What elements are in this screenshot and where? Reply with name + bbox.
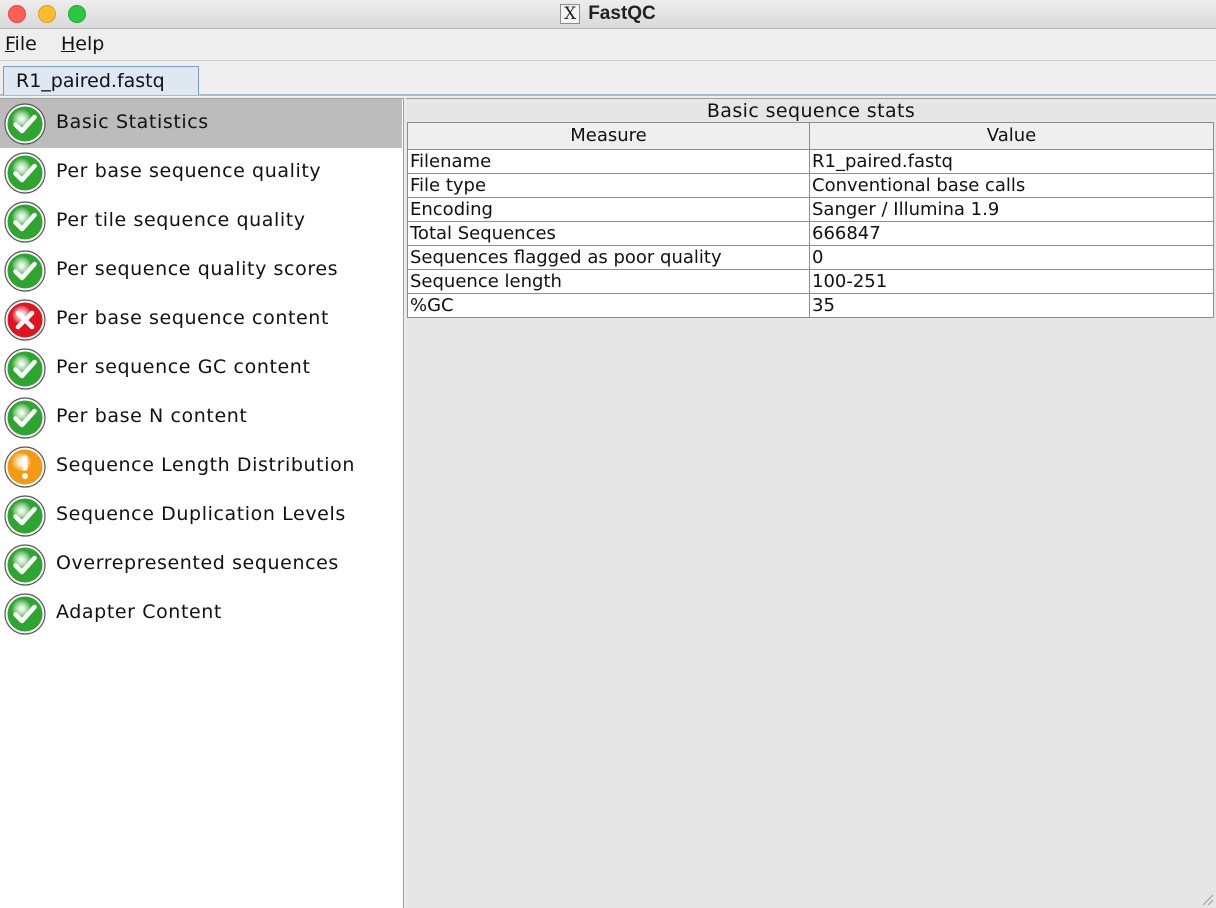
column-header-value[interactable]: Value: [809, 122, 1214, 150]
measure-cell: File type: [407, 173, 810, 198]
value-cell: Conventional base calls: [809, 173, 1214, 198]
menu-file-label: ile: [14, 33, 37, 55]
menu-help-label: elp: [75, 33, 105, 55]
table-row[interactable]: Total Sequences 666847: [407, 221, 1214, 246]
module-label: Per base sequence quality: [56, 160, 322, 182]
column-header-measure[interactable]: Measure: [407, 122, 810, 150]
module-label: Sequence Duplication Levels: [56, 503, 346, 525]
fastqc-window: X FastQC File Help R1_paired.fastq Basic…: [0, 0, 1216, 908]
measure-cell: %GC: [407, 293, 810, 318]
module-item[interactable]: Overrepresented sequences: [0, 540, 402, 589]
value-cell: R1_paired.fastq: [809, 149, 1214, 174]
table-row[interactable]: Filename R1_paired.fastq: [407, 149, 1214, 174]
value-cell: 666847: [809, 221, 1214, 246]
menu-file[interactable]: File: [5, 33, 37, 55]
check-circle-icon: [4, 495, 46, 537]
module-item[interactable]: Per sequence quality scores: [0, 246, 402, 295]
measure-cell: Filename: [407, 149, 810, 174]
module-label: Overrepresented sequences: [56, 552, 339, 574]
module-item[interactable]: Sequence Duplication Levels: [0, 491, 402, 540]
check-circle-icon: [4, 397, 46, 439]
check-circle-icon: [4, 593, 46, 635]
measure-cell: Sequence length: [407, 269, 810, 294]
stats-table: Measure Value Filename R1_paired.fastq Fil…: [407, 122, 1214, 318]
table-row[interactable]: Encoding Sanger / Illumina 1.9: [407, 197, 1214, 222]
value-cell: 35: [809, 293, 1214, 318]
value-cell: 0: [809, 245, 1214, 270]
stats-table-body: Filename R1_paired.fastq File type Conventi…: [407, 149, 1214, 318]
module-item[interactable]: Sequence Length Distribution: [0, 442, 402, 491]
check-circle-icon: [4, 152, 46, 194]
module-item[interactable]: Per sequence GC content: [0, 344, 402, 393]
menu-help[interactable]: Help: [61, 33, 104, 55]
module-item[interactable]: Adapter Content: [0, 589, 402, 638]
module-list: Basic Statistics Per base sequence qualit…: [0, 98, 404, 908]
check-circle-icon: [4, 348, 46, 390]
stats-header-row: Measure Value: [407, 122, 1214, 150]
check-circle-icon: [4, 103, 46, 145]
value-cell: 100-251: [809, 269, 1214, 294]
table-row[interactable]: File type Conventional base calls: [407, 173, 1214, 198]
file-tab-strip: R1_paired.fastq: [0, 61, 1216, 97]
resize-grip-icon[interactable]: [1200, 892, 1214, 906]
module-label: Per base sequence content: [56, 307, 329, 329]
module-label: Per sequence quality scores: [56, 258, 339, 280]
table-row[interactable]: Sequences flagged as poor quality 0: [407, 245, 1214, 270]
module-label: Per sequence GC content: [56, 356, 311, 378]
menu-help-mnemonic: H: [61, 33, 76, 55]
check-circle-icon: [4, 544, 46, 586]
value-cell: Sanger / Illumina 1.9: [809, 197, 1214, 222]
measure-cell: Encoding: [407, 197, 810, 222]
module-label: Per tile sequence quality: [56, 209, 306, 231]
window-title-group: X FastQC: [0, 0, 1216, 28]
module-item[interactable]: Per base sequence content: [0, 295, 402, 344]
table-row[interactable]: %GC 35: [407, 293, 1214, 318]
check-circle-icon: [4, 250, 46, 292]
menu-bar: File Help: [0, 29, 1216, 61]
cross-circle-icon: [4, 299, 46, 341]
module-label: Sequence Length Distribution: [56, 454, 355, 476]
window-title: FastQC: [588, 3, 656, 24]
warning-circle-icon: [4, 446, 46, 488]
check-circle-icon: [4, 201, 46, 243]
menu-file-mnemonic: F: [5, 33, 15, 55]
tab-file[interactable]: R1_paired.fastq: [3, 66, 199, 95]
module-label: Adapter Content: [56, 601, 222, 623]
module-label: Per base N content: [56, 405, 248, 427]
stats-title: Basic sequence stats: [706, 100, 916, 122]
module-label: Basic Statistics: [56, 111, 209, 133]
measure-cell: Total Sequences: [407, 221, 810, 246]
report-panel: Basic sequence stats Measure Value Filen…: [406, 98, 1216, 908]
table-row[interactable]: Sequence length 100-251: [407, 269, 1214, 294]
module-item[interactable]: Basic Statistics: [0, 99, 402, 148]
module-item[interactable]: Per base sequence quality: [0, 148, 402, 197]
x11-app-icon: X: [560, 4, 581, 24]
module-item[interactable]: Per tile sequence quality: [0, 197, 402, 246]
measure-cell: Sequences flagged as poor quality: [407, 245, 810, 270]
module-item[interactable]: Per base N content: [0, 393, 402, 442]
title-bar: X FastQC: [0, 0, 1216, 29]
